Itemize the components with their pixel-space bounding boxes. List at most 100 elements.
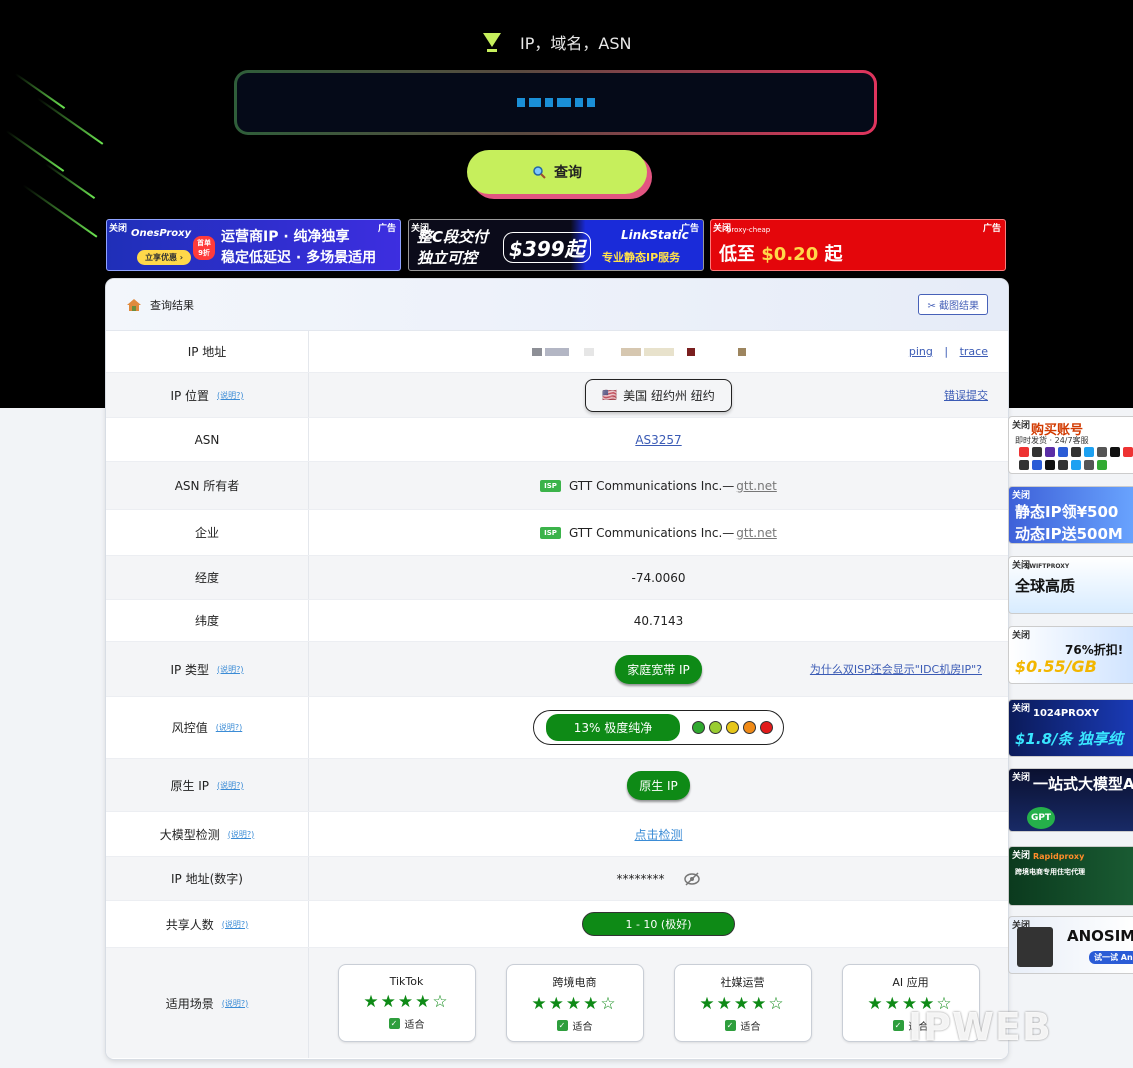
- risk-dot: [692, 721, 706, 734]
- help-link[interactable]: (说明?): [222, 919, 249, 930]
- check-icon: ✓: [892, 1019, 904, 1031]
- ad-close-button[interactable]: 关闭: [1012, 701, 1030, 714]
- row-label: 风控值 (说明?): [106, 697, 309, 758]
- ad-close-button[interactable]: 关闭: [1012, 418, 1030, 431]
- row-label-text: 适用场景: [165, 996, 214, 1011]
- side-ad-swiftproxy[interactable]: 关闭 SWIFTPROXY 全球高质: [1008, 556, 1133, 614]
- ad-headline-price: $0.20: [761, 244, 819, 265]
- row-label: IP 位置 (说明?): [106, 373, 309, 417]
- search-input-frame[interactable]: [234, 70, 877, 135]
- ad-banner-linkstatic[interactable]: 关闭 广告 整C段交付 独立可控 $399起 LinkStatic 专业静态IP…: [408, 219, 704, 271]
- help-link[interactable]: (说明?): [222, 998, 249, 1009]
- ad-cta: 立享优惠 ›: [137, 250, 192, 265]
- ad-brand: LinkStatic: [621, 228, 689, 242]
- ad-banner-proxy-cheap[interactable]: 关闭 广告 proxy-cheap 低至 $0.20 起: [710, 219, 1006, 271]
- risk-meter: 13% 极度纯净: [532, 710, 785, 745]
- fit-status: ✓ 适合: [556, 1018, 593, 1033]
- ad-sub: 专业静态IP服务: [602, 251, 681, 264]
- ad-close-button[interactable]: 关闭: [1012, 848, 1030, 861]
- table-row: 原生 IP (说明?) 原生 IP: [106, 759, 1008, 812]
- side-ad-account[interactable]: 关闭 购买账号 即时发货 · 24/7客服: [1008, 416, 1133, 474]
- help-link[interactable]: (说明?): [217, 780, 244, 791]
- row-value: TikTok ★★★★☆ ✓ 适合 跨境电商 ★★★★☆ ✓ 适合 社媒运营 ★★★…: [309, 948, 1008, 1058]
- search-input[interactable]: [237, 73, 874, 132]
- side-ad-llm[interactable]: 关闭 一站式大模型AI GPT: [1008, 768, 1133, 832]
- side-ad-text: 一站式大模型AI: [1033, 775, 1133, 793]
- search-hint-line: IP，域名，ASN: [482, 30, 631, 54]
- check-icon: ✓: [724, 1019, 736, 1031]
- ad-badge: 首单 9折: [193, 236, 215, 260]
- ad-banner-onesproxy[interactable]: 关闭 广告 OnesProxy 首单 9折 立享优惠 › 运营商IP · 纯净独…: [106, 219, 401, 271]
- ad-headline-suffix: 起: [818, 244, 843, 265]
- ping-link[interactable]: ping: [909, 345, 933, 358]
- row-value: 1 - 10 (极好): [309, 901, 1008, 947]
- panel-header: 查询结果 ✂ 截图结果: [106, 279, 1008, 331]
- table-row: 纬度 40.7143: [106, 600, 1008, 642]
- side-ad-1024proxy[interactable]: 关闭 1024PROXY $1.8/条 独享纯: [1008, 699, 1133, 757]
- side-ad-discount[interactable]: 关闭 76%折扣! $0.55/GB: [1008, 626, 1133, 684]
- ad-brand: OnesProxy: [131, 228, 192, 239]
- side-ad-anosim[interactable]: 关闭 ANOSIM 试一试 Ano: [1008, 916, 1133, 974]
- ip-type-faq-link[interactable]: 为什么双ISP还会显示"IDC机房IP"?: [810, 661, 982, 677]
- ad-brand: proxy-cheap: [727, 226, 771, 234]
- side-ad-text: Rapidproxy: [1033, 852, 1085, 861]
- report-error-link[interactable]: 错误提交: [944, 387, 988, 403]
- panel-title: 查询结果: [126, 297, 194, 313]
- scenario-cards: TikTok ★★★★☆ ✓ 适合 跨境电商 ★★★★☆ ✓ 适合 社媒运营 ★★★…: [337, 964, 980, 1042]
- side-ad-text: 静态IP领¥500: [1015, 503, 1119, 521]
- flag-us-icon: 🇺🇸: [602, 388, 618, 402]
- table-row: 大模型检测 (说明?) 点击检测: [106, 812, 1008, 857]
- ad-close-button[interactable]: 关闭: [1012, 770, 1030, 783]
- isp-badge: ISP: [540, 526, 561, 539]
- row-label-text: 原生 IP: [170, 778, 210, 793]
- scenario-card-social: 社媒运营 ★★★★☆ ✓ 适合: [673, 964, 812, 1042]
- ad-line2: 独立可控: [417, 249, 478, 267]
- query-button[interactable]: 查询: [467, 150, 647, 194]
- ad-close-button[interactable]: 关闭: [1012, 628, 1030, 641]
- eye-off-icon[interactable]: [683, 871, 701, 886]
- query-button-label: 查询: [554, 164, 582, 180]
- star-rating: ★★★★☆: [363, 992, 450, 1012]
- side-ad-rapidproxy[interactable]: 关闭 Rapidproxy 跨境电商专用住宅代理: [1008, 846, 1133, 906]
- screenshot-button[interactable]: ✂ 截图结果: [918, 294, 988, 315]
- table-row: IP 位置 (说明?) 🇺🇸 美国 纽约州 纽约 错误提交: [106, 373, 1008, 418]
- scenario-card-ecommerce: 跨境电商 ★★★★☆ ✓ 适合: [505, 964, 644, 1042]
- row-label-text: 大模型检测: [159, 827, 220, 842]
- house-icon: [127, 298, 141, 311]
- side-ad-sub: 即时发货 · 24/7客服: [1015, 436, 1089, 445]
- row-label: 共享人数 (说明?): [106, 901, 309, 947]
- llm-check-link[interactable]: 点击检测: [634, 826, 682, 843]
- asn-link[interactable]: AS3257: [635, 433, 681, 447]
- row-label: IP 地址(数字): [106, 857, 309, 900]
- row-value: ISP GTT Communications Inc.— gtt.net: [309, 462, 1008, 509]
- company-domain-link[interactable]: gtt.net: [736, 526, 777, 540]
- shared-users-badge: 1 - 10 (极好): [582, 912, 735, 936]
- row-label-text: IP 位置: [170, 388, 210, 403]
- asn-owner-domain-link[interactable]: gtt.net: [736, 479, 777, 493]
- help-link[interactable]: (说明?): [216, 722, 243, 733]
- ad-price: $399起: [503, 232, 591, 263]
- risk-dot: [743, 721, 757, 734]
- risk-dot: [709, 721, 723, 734]
- side-ad-text: ANOSIM: [1067, 927, 1133, 945]
- ad-close-button[interactable]: 关闭: [1012, 488, 1030, 501]
- side-ad-static-ip[interactable]: 关闭 静态IP领¥500 动态IP送500M: [1008, 486, 1133, 544]
- row-label: 纬度: [106, 600, 309, 641]
- help-link[interactable]: (说明?): [217, 664, 244, 675]
- row-value: 家庭宽带 IP 为什么双ISP还会显示"IDC机房IP"?: [309, 642, 1008, 696]
- ad-tag: 广告: [982, 224, 1001, 234]
- side-ad-sub: 试一试 Ano: [1089, 951, 1133, 964]
- asn-owner-name: GTT Communications Inc.—: [568, 478, 735, 493]
- ad-headline: 低至 $0.20 起: [719, 240, 843, 266]
- table-row: IP 类型 (说明?) 家庭宽带 IP 为什么双ISP还会显示"IDC机房IP"…: [106, 642, 1008, 697]
- card-title: 社媒运营: [720, 975, 765, 989]
- side-ad-sub: $0.55/GB: [1015, 657, 1097, 676]
- ad-close-button[interactable]: 关闭: [109, 221, 127, 234]
- help-link[interactable]: (说明?): [228, 829, 255, 840]
- fit-status: ✓ 适合: [388, 1016, 425, 1031]
- row-value: 原生 IP: [309, 759, 1008, 811]
- longitude-value: -74.0060: [309, 556, 1008, 599]
- help-link[interactable]: (说明?): [217, 390, 244, 401]
- row-value: ISP GTT Communications Inc.— gtt.net: [309, 510, 1008, 555]
- trace-link[interactable]: trace: [960, 345, 988, 358]
